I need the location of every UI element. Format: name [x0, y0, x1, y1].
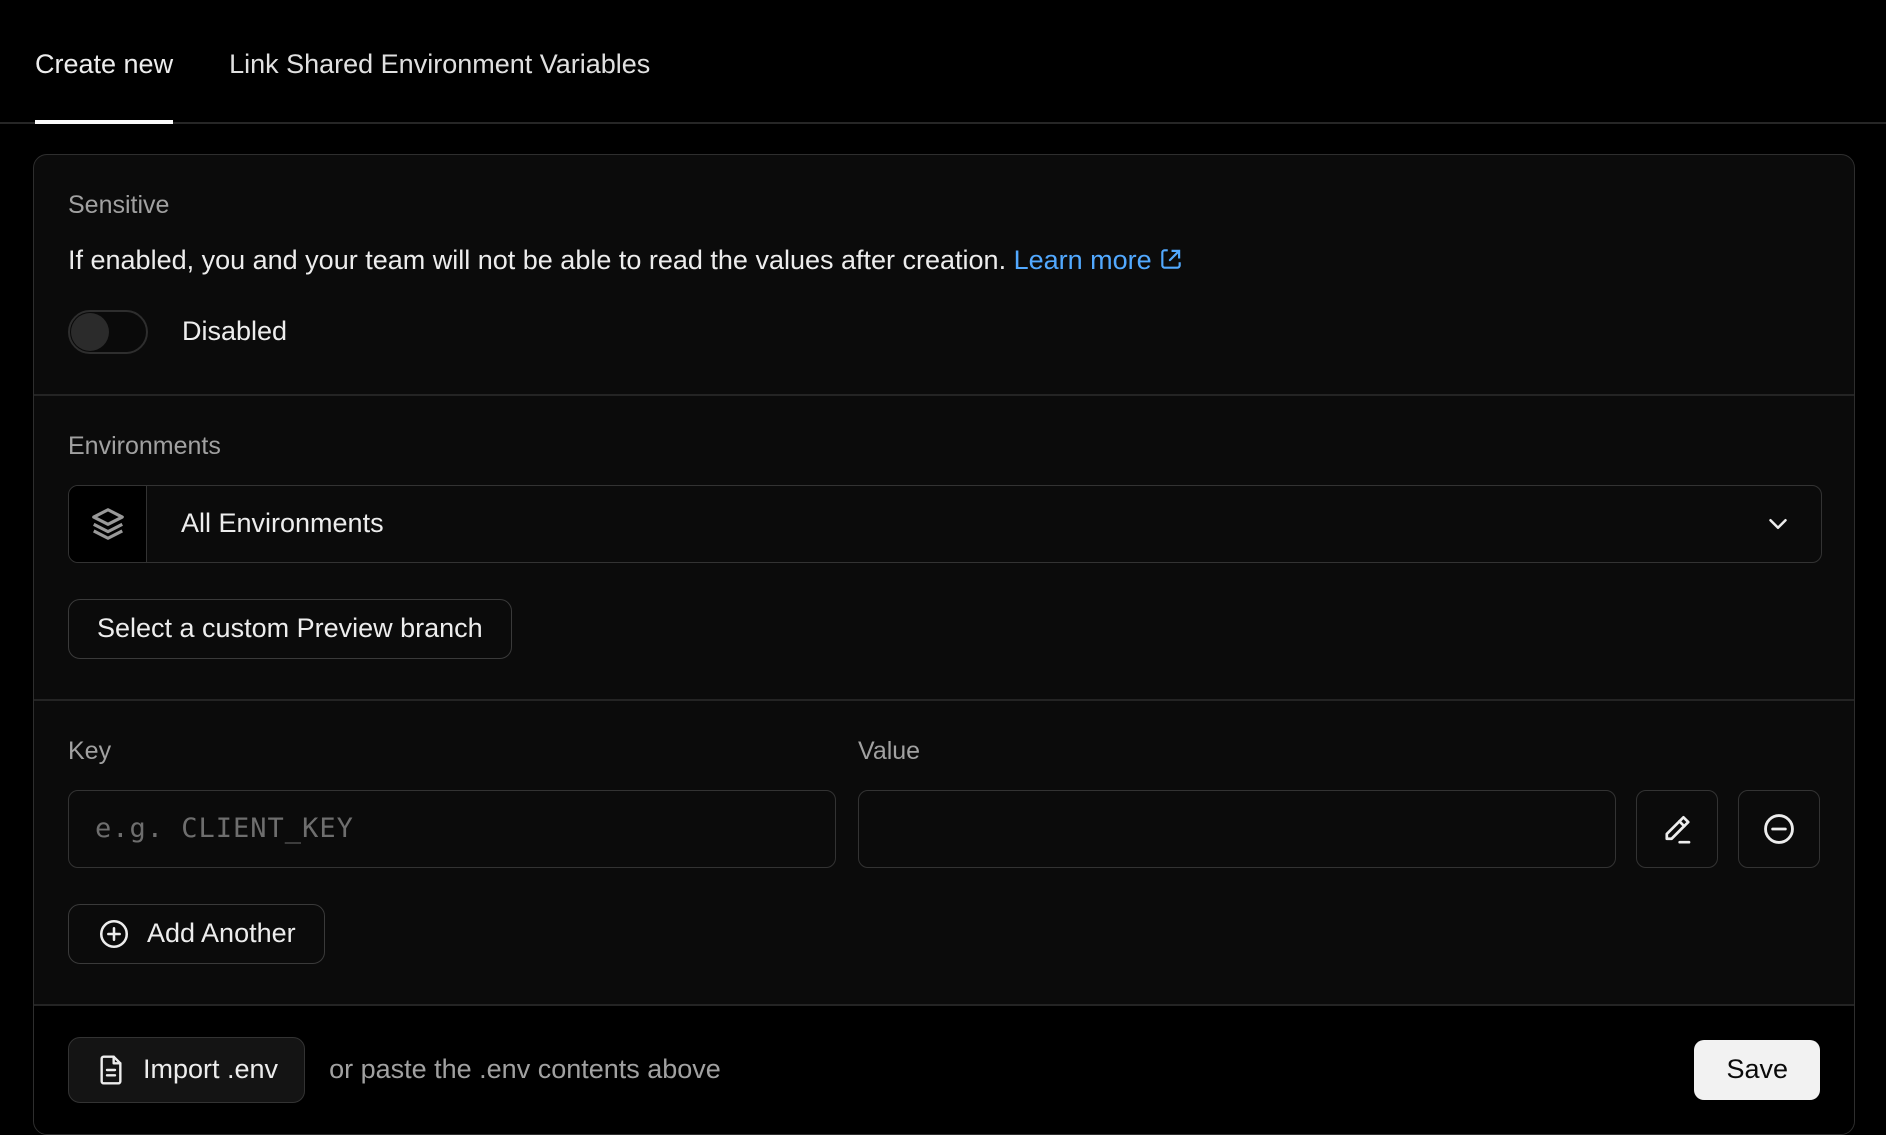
select-preview-branch-button[interactable]: Select a custom Preview branch [68, 599, 512, 659]
sensitive-description-text: If enabled, you and your team will not b… [68, 245, 1006, 275]
save-button[interactable]: Save [1694, 1040, 1820, 1100]
key-input[interactable] [68, 790, 836, 868]
paste-env-hint: or paste the .env contents above [329, 1054, 721, 1085]
sensitive-toggle[interactable] [68, 310, 148, 354]
key-column: Key [68, 737, 836, 868]
toggle-state-label: Disabled [182, 316, 287, 347]
environments-section: Environments All Environments Select a [34, 394, 1854, 699]
value-label: Value [858, 737, 1820, 766]
external-link-icon [1158, 246, 1184, 272]
tabbar: Create new Link Shared Environment Varia… [0, 0, 1886, 124]
file-text-icon [95, 1054, 127, 1086]
tab-link-shared-env-vars[interactable]: Link Shared Environment Variables [229, 0, 650, 124]
environments-label: Environments [68, 432, 1820, 461]
chevron-down-icon [1763, 509, 1793, 539]
remove-circle-icon [1760, 810, 1798, 848]
tab-create-new[interactable]: Create new [35, 0, 173, 124]
edit-value-button[interactable] [1636, 790, 1718, 868]
plus-circle-icon [97, 917, 131, 951]
sensitive-section: Sensitive If enabled, you and your team … [34, 155, 1854, 394]
toggle-knob [71, 313, 109, 351]
env-var-card: Sensitive If enabled, you and your team … [33, 154, 1855, 1135]
sensitive-description: If enabled, you and your team will not b… [68, 244, 1820, 278]
dropdown-icon-box [69, 486, 147, 562]
environments-dropdown[interactable]: All Environments [68, 485, 1822, 563]
layers-icon [89, 505, 127, 543]
add-another-button[interactable]: Add Another [68, 904, 325, 964]
learn-more-link[interactable]: Learn more [1014, 245, 1184, 275]
value-input[interactable] [858, 790, 1616, 868]
card-footer: Import .env or paste the .env contents a… [34, 1004, 1854, 1134]
key-value-section: Key Value [34, 699, 1854, 1004]
dropdown-selected-value: All Environments [181, 508, 384, 539]
dropdown-value-area: All Environments [147, 486, 1821, 562]
learn-more-label: Learn more [1014, 245, 1152, 275]
import-env-label: Import .env [143, 1054, 278, 1085]
import-env-button[interactable]: Import .env [68, 1037, 305, 1103]
select-preview-branch-label: Select a custom Preview branch [97, 613, 483, 644]
edit-pencil-icon [1659, 811, 1695, 847]
value-column: Value [858, 737, 1820, 868]
sensitive-label: Sensitive [68, 191, 1820, 220]
sensitive-toggle-row: Disabled [68, 310, 1820, 354]
remove-row-button[interactable] [1738, 790, 1820, 868]
add-another-label: Add Another [147, 918, 296, 949]
key-label: Key [68, 737, 836, 766]
key-value-row: Key Value [68, 737, 1820, 868]
